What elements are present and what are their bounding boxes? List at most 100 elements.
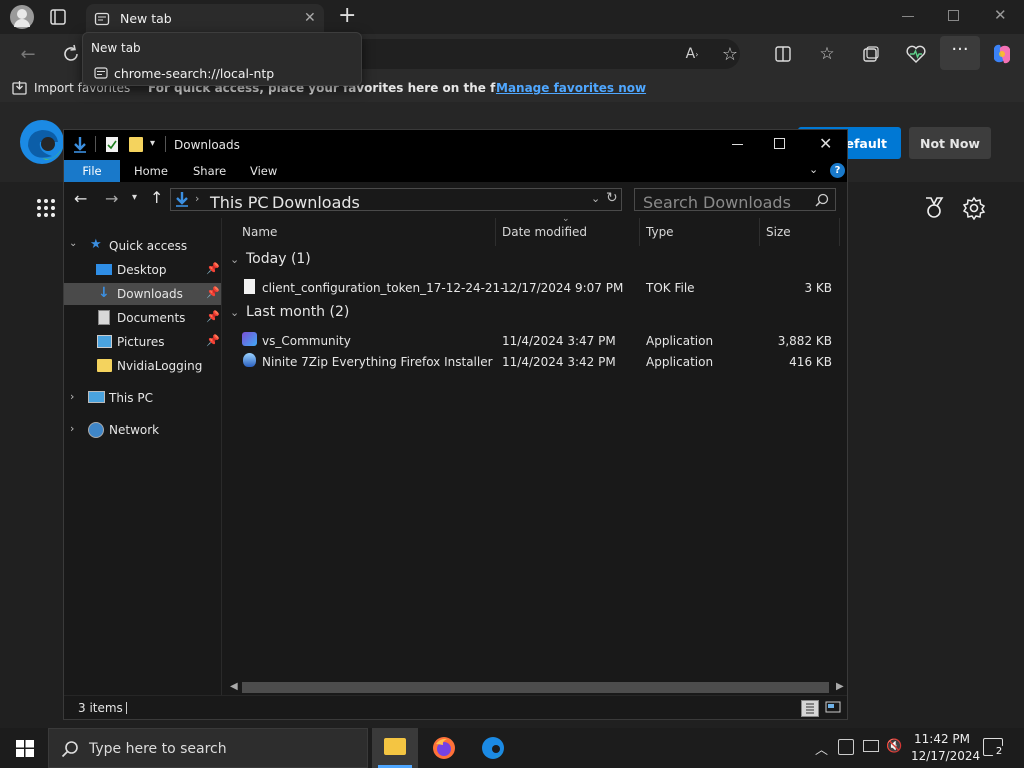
help-icon[interactable]: ?: [830, 163, 845, 178]
breadcrumb-downloads[interactable]: Downloads: [272, 193, 360, 212]
firefox-icon[interactable]: [432, 736, 456, 760]
nav-pictures[interactable]: Pictures 📌: [64, 331, 221, 353]
show-hidden-icons-chevron-icon[interactable]: ︿: [815, 739, 828, 758]
details-view-icon[interactable]: [801, 700, 819, 717]
pin-icon[interactable]: 📌: [206, 334, 220, 347]
expand-chevron-icon[interactable]: ›: [70, 390, 74, 403]
profile-avatar[interactable]: [10, 5, 34, 29]
nav-documents[interactable]: Documents 📌: [64, 307, 221, 329]
minimize-icon[interactable]: [902, 16, 914, 17]
explorer-close-icon[interactable]: ✕: [819, 134, 832, 153]
nav-this-pc[interactable]: › This PC: [64, 387, 221, 409]
close-window-icon[interactable]: ✕: [994, 6, 1007, 24]
explorer-maximize-icon[interactable]: [774, 138, 785, 149]
collapse-group-chevron-icon[interactable]: ⌄: [230, 306, 239, 319]
nav-quick-access[interactable]: ⌄ ★ Quick access: [64, 235, 221, 257]
manage-favorites-link[interactable]: Manage favorites now: [496, 81, 647, 95]
nav-forward-icon[interactable]: →: [105, 191, 118, 207]
new-tab-plus-icon[interactable]: +: [338, 4, 356, 28]
nav-up-icon[interactable]: ↑: [150, 190, 163, 206]
ribbon-tab-home[interactable]: Home: [134, 164, 168, 178]
column-header-name[interactable]: Name: [236, 218, 496, 246]
explorer-address-bar[interactable]: › This PC › Downloads ⌄ ↻: [170, 188, 622, 212]
nav-nvidialogging[interactable]: NvidiaLogging: [64, 355, 221, 377]
taskbar-file-explorer[interactable]: [372, 728, 418, 768]
ribbon-tab-share[interactable]: Share: [193, 164, 226, 178]
address-refresh-icon[interactable]: ↻: [606, 190, 618, 206]
close-tab-icon[interactable]: ✕: [304, 10, 316, 26]
back-arrow-icon[interactable]: ←: [14, 40, 42, 68]
new-folder-icon[interactable]: [129, 137, 143, 152]
group-header-last-month[interactable]: ⌄ Last month (2): [230, 304, 830, 324]
group-last-month-label: Last month (2): [246, 304, 350, 320]
read-aloud-icon[interactable]: A ›: [678, 40, 706, 68]
table-row[interactable]: vs_Community 11/4/2024 3:47 PM Applicati…: [222, 331, 847, 351]
expand-ribbon-chevron-icon[interactable]: ⌄: [809, 163, 818, 176]
nav-desktop[interactable]: Desktop 📌: [64, 259, 221, 281]
taskbar-search-box[interactable]: Type here to search: [48, 728, 368, 768]
nav-downloads[interactable]: ↓ Downloads 📌: [64, 283, 221, 305]
tab-new-tab[interactable]: New tab ✕: [86, 4, 324, 34]
pin-icon[interactable]: 📌: [206, 286, 220, 299]
not-now-button[interactable]: Not Now: [909, 127, 991, 159]
page-settings-gear-icon[interactable]: [962, 196, 986, 220]
taskbar-clock-time[interactable]: 11:42 PM: [914, 732, 970, 746]
windows-start-icon[interactable]: [16, 740, 34, 757]
nav-back-icon[interactable]: ←: [74, 191, 87, 207]
ribbon-tab-view[interactable]: View: [250, 164, 277, 178]
refresh-icon[interactable]: [60, 43, 82, 65]
properties-icon[interactable]: [106, 137, 118, 152]
browser-essentials-icon[interactable]: [905, 44, 927, 64]
copilot-icon[interactable]: [990, 42, 1014, 66]
notification-center-icon[interactable]: 2: [983, 738, 1006, 759]
favorites-icon[interactable]: ☆: [813, 40, 841, 68]
import-icon: [12, 80, 28, 95]
expand-chevron-icon[interactable]: ⌄: [69, 238, 77, 249]
column-header-size-label: Size: [766, 225, 791, 239]
tab-actions-icon[interactable]: [48, 7, 68, 27]
volume-muted-icon[interactable]: 🔇: [886, 739, 902, 754]
large-icons-view-icon[interactable]: [825, 700, 843, 716]
rewards-icon[interactable]: [923, 196, 945, 220]
edge-taskbar-icon[interactable]: [481, 736, 505, 760]
table-row[interactable]: Ninite 7Zip Everything Firefox Installer…: [222, 352, 847, 372]
column-header-size[interactable]: Size: [760, 218, 840, 246]
ribbon-tabs: File Home Share View ⌄ ?: [64, 160, 847, 182]
recent-locations-chevron-icon[interactable]: ▾: [132, 192, 137, 203]
apps-grid-icon[interactable]: [36, 198, 56, 218]
table-row[interactable]: client_configuration_token_17-12-24-21-.…: [222, 278, 847, 298]
explorer-minimize-icon[interactable]: [732, 144, 743, 145]
search-icon[interactable]: [815, 193, 829, 207]
collections-icon[interactable]: [862, 45, 880, 63]
address-history-chevron-icon[interactable]: ⌄: [591, 192, 600, 205]
display-icon[interactable]: [863, 740, 879, 752]
nav-documents-label: Documents: [117, 311, 186, 325]
scroll-right-icon[interactable]: ▶: [836, 681, 844, 692]
quick-access-star-icon: ★: [90, 237, 102, 252]
expand-chevron-icon[interactable]: ›: [70, 422, 74, 435]
scrollbar-thumb[interactable]: [242, 682, 829, 693]
split-screen-icon[interactable]: [774, 45, 792, 63]
scroll-left-icon[interactable]: ◀: [230, 681, 238, 692]
search-downloads-field[interactable]: Search Downloads: [634, 188, 836, 212]
this-pc-icon: [88, 391, 105, 403]
collapse-group-chevron-icon[interactable]: ⌄: [230, 253, 239, 266]
network-status-icon[interactable]: [838, 739, 854, 755]
nav-pictures-label: Pictures: [117, 335, 165, 349]
column-header-type[interactable]: Type: [640, 218, 760, 246]
pin-icon[interactable]: 📌: [206, 262, 220, 275]
restore-icon[interactable]: [948, 10, 959, 21]
taskbar-clock-date[interactable]: 12/17/2024: [911, 749, 980, 763]
ribbon-tab-file[interactable]: File: [64, 160, 120, 182]
group-header-today[interactable]: ⌄ Today (1): [230, 251, 830, 271]
file-date: 11/4/2024 3:42 PM: [502, 355, 616, 369]
favorite-star-icon[interactable]: ☆: [716, 40, 744, 68]
quick-access-toolbar-dropdown-icon[interactable]: ▾: [150, 138, 155, 149]
horizontal-scrollbar[interactable]: ◀ ▶: [222, 680, 847, 695]
windows-taskbar: Type here to search ︿ 🔇 11:42 PM 12/17/2…: [0, 728, 1024, 768]
settings-more-icon[interactable]: ···: [940, 36, 980, 70]
column-header-date[interactable]: Date modified ⌄: [496, 214, 640, 246]
pin-icon[interactable]: 📌: [206, 310, 220, 323]
file-explorer-window: ▾ Downloads ✕ File Home Share View ⌄ ? ←…: [63, 129, 848, 720]
nav-network[interactable]: › Network: [64, 419, 221, 441]
